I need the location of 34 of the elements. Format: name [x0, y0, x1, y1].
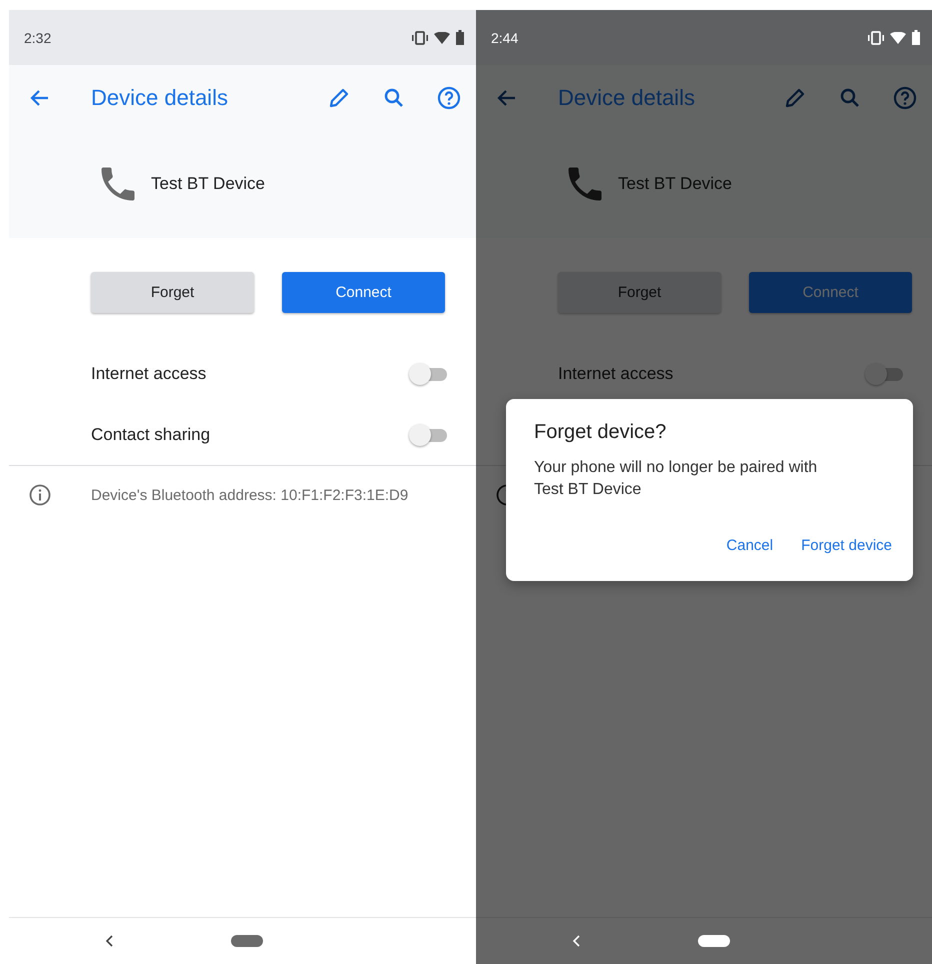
forget-button[interactable]: Forget [91, 272, 254, 313]
dialog-title: Forget device? [534, 421, 668, 444]
status-time: 2:32 [24, 30, 52, 46]
forget-button[interactable]: Forget [558, 272, 721, 313]
info-icon [28, 483, 52, 507]
device-name: Test BT Device [151, 174, 266, 194]
nav-back-icon[interactable] [105, 935, 115, 947]
screen-title: Device details [91, 84, 229, 110]
setting-label: Internet access [91, 364, 206, 384]
status-time: 2:44 [491, 30, 518, 46]
battery-icon [456, 30, 464, 45]
connect-button[interactable]: Connect [749, 272, 912, 313]
forget-device-button[interactable]: Forget device [793, 531, 900, 560]
help-icon[interactable] [893, 86, 917, 110]
dialog-message: Your phone will no longer be paired with Test BT Device [534, 458, 818, 500]
cancel-button[interactable]: Cancel [718, 531, 782, 560]
home-pill[interactable] [698, 935, 730, 947]
device-name: Test BT Device [618, 174, 732, 194]
setting-label: Contact sharing [91, 424, 210, 444]
setting-label: Internet access [558, 364, 674, 384]
bluetooth-address-text: Device's Bluetooth address: 10:F1:F2:F3:1E:D9 [91, 486, 408, 504]
toggle-switch[interactable] [865, 362, 903, 384]
toggle-switch[interactable] [409, 362, 447, 384]
battery-icon [912, 30, 920, 45]
toggle-switch[interactable] [409, 424, 447, 446]
home-pill[interactable] [231, 935, 263, 947]
vibrate-icon [412, 30, 428, 44]
screen-title: Device details [558, 84, 696, 110]
help-icon[interactable] [437, 86, 461, 110]
nav-back-icon[interactable] [572, 935, 582, 947]
wifi-icon [434, 32, 450, 44]
wifi-icon [890, 32, 906, 44]
vibrate-icon [868, 30, 884, 44]
connect-button[interactable]: Connect [282, 272, 445, 313]
